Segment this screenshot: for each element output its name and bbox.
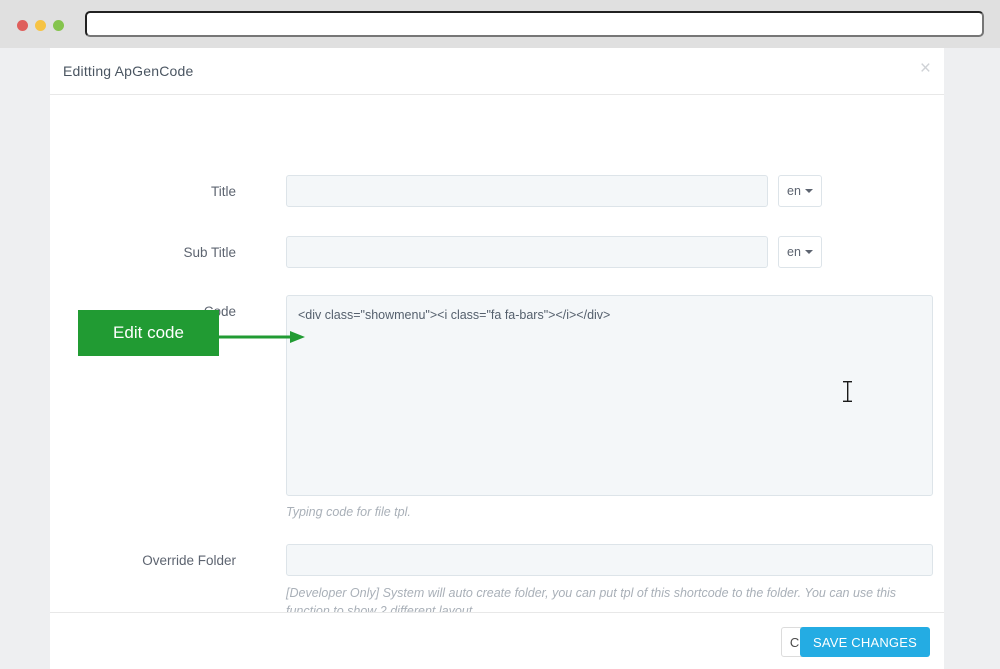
subtitle-label: Sub Title (183, 245, 236, 260)
traffic-lights (17, 20, 64, 31)
override-folder-label: Override Folder (142, 553, 236, 568)
text-cursor-pointer (843, 381, 852, 402)
minimize-window-dot[interactable] (35, 20, 46, 31)
chevron-down-icon (804, 189, 813, 193)
close-icon[interactable]: × (920, 59, 931, 78)
override-folder-input[interactable] (286, 544, 933, 576)
browser-chrome (0, 0, 1000, 48)
maximize-window-dot[interactable] (53, 20, 64, 31)
title-input[interactable] (286, 175, 768, 207)
annotation-arrow-icon (219, 331, 305, 343)
subtitle-language-label: en (787, 245, 801, 259)
code-textarea[interactable]: <div class="showmenu"><i class="fa fa-ba… (286, 295, 933, 496)
close-window-dot[interactable] (17, 20, 28, 31)
subtitle-language-dropdown[interactable]: en (778, 236, 822, 268)
chevron-down-icon (804, 250, 813, 254)
subtitle-input[interactable] (286, 236, 768, 268)
annotation-box: Edit code (78, 310, 219, 356)
save-changes-button[interactable]: SAVE CHANGES (799, 627, 930, 657)
modal-footer: Close SAVE CHANGES (50, 612, 944, 669)
title-label: Title (210, 184, 236, 199)
title-language-label: en (787, 184, 801, 198)
annotation-label: Edit code (113, 323, 184, 342)
edit-modal: Editting ApGenCode × Title en Sub Title … (50, 48, 944, 669)
url-bar-input[interactable] (85, 11, 984, 37)
modal-title: Editting ApGenCode (63, 63, 194, 79)
modal-header: Editting ApGenCode × (50, 48, 944, 95)
code-help-text: Typing code for file tpl. (286, 505, 411, 519)
title-language-dropdown[interactable]: en (778, 175, 822, 207)
